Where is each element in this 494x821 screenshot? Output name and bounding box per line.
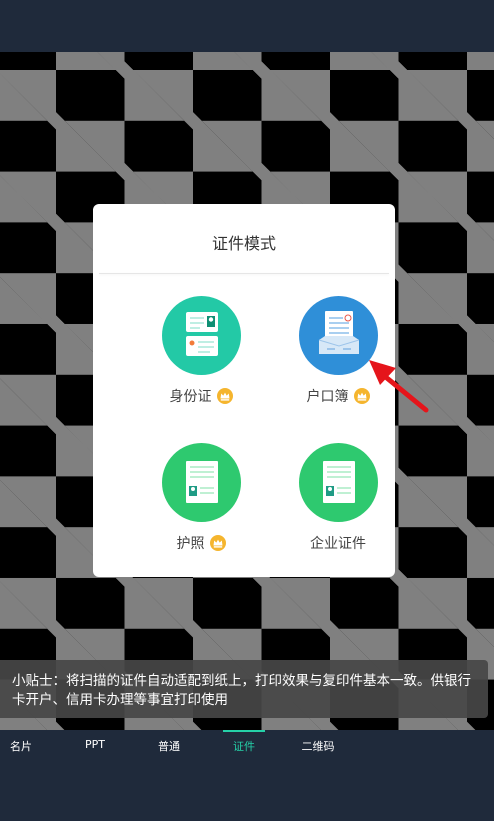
dialog-title: 证件模式 [211,234,276,253]
tip-banner: 小贴士：将扫描的证件自动适配到纸上，打印效果与复印件基本一致。供银行卡开户、信用… [0,660,488,718]
tab-qr-code[interactable]: 二维码 [296,730,340,760]
crown-icon [209,535,226,551]
tab-business-card[interactable]: 名片 [0,730,42,760]
crown-icon [216,388,233,404]
mode-label: 身份证 [169,389,212,405]
bottom-tab-bar: 名片 PPT 普通 证件 二维码 [0,730,494,821]
top-bar [0,0,494,52]
business-license-icon [299,443,378,522]
mode-passport[interactable]: 护照 [136,443,266,563]
tab-ppt[interactable]: PPT [72,730,118,760]
passport-icon [162,443,241,522]
active-tab-indicator [223,730,265,732]
mode-business-license[interactable]: 企业证件 [273,443,403,563]
mode-label: 户口簿 [306,389,349,405]
tab-normal[interactable]: 普通 [148,730,190,760]
mode-label: 企业证件 [310,536,366,552]
document-mode-dialog: 证件模式 身份证 户口簿 护照 企业证件 [93,204,395,577]
tab-id-document[interactable]: 证件 [223,730,265,760]
mode-id-card[interactable]: 身份证 [136,296,266,416]
mode-label: 护照 [176,536,205,552]
red-arrow-icon [369,360,429,413]
dialog-divider [99,273,389,274]
id-card-icon [162,296,241,375]
